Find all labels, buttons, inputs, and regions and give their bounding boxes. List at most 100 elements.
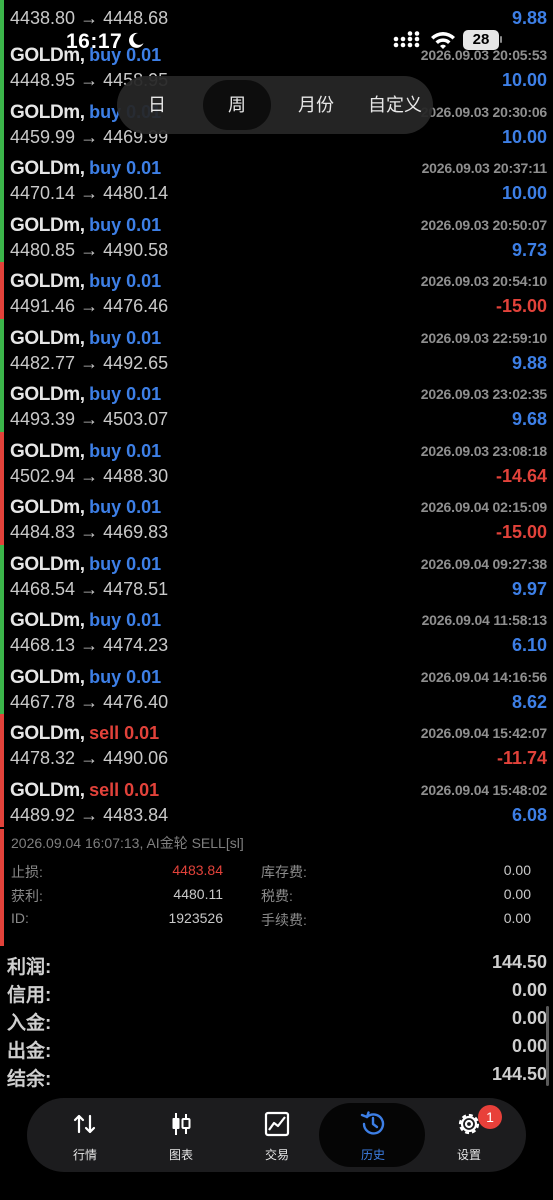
trade-profit: -11.74 (496, 748, 547, 768)
trade-prices: 4482.77 → 4492.65 (10, 352, 169, 373)
detail-row: ID: 1923526 手续费: 0.00 (11, 910, 531, 930)
trade-row[interactable]: GOLDm, buy 0.01 2026.09.03 23:08:18 4502.… (0, 431, 553, 488)
id-value: 1923526 (168, 910, 223, 926)
trade-list: GOLDm, buy 0.01 2026.09.03 20:05:53 4448.… (0, 36, 553, 827)
settings-badge: 1 (478, 1105, 502, 1129)
tab-trade[interactable]: 交易 (229, 1098, 325, 1172)
tab-label: 设置 (456, 1148, 481, 1162)
trade-profit: 9.68 (511, 409, 547, 429)
tab-label: 图表 (168, 1148, 193, 1162)
account-summary: 利润: 144.50 信用: 0.00 入金: 0.00 出金: 0.00 结余: 144… (0, 952, 553, 1092)
summary-value: 0.00 (511, 1008, 547, 1028)
detail-row: 止损: 4483.84 库存费: 0.00 (11, 862, 531, 882)
period-tab-month[interactable]: 月份 (287, 80, 345, 130)
wifi-icon (431, 32, 455, 49)
trade-prices: 4467.78 → 4476.40 (10, 691, 169, 712)
trade-row-selected[interactable]: GOLDm, sell 0.01 2026.09.04 15:48:02 4489… (0, 770, 553, 827)
trade-time: 2026.09.04 14:16:56 (420, 668, 547, 685)
tab-label: 行情 (72, 1148, 97, 1162)
trade-prices: 4470.14 → 4480.14 (10, 183, 169, 203)
trade-symbol: GOLDm, (10, 271, 85, 292)
trade-row[interactable]: GOLDm, buy 0.01 2026.09.04 09:27:38 4468.… (0, 544, 553, 601)
trade-symbol: GOLDm, (10, 723, 85, 744)
swap-label: 库存费: (261, 864, 307, 880)
trade-profit: -15.00 (495, 296, 547, 316)
take-profit-value: 4480.11 (173, 886, 223, 902)
trade-prices: 4468.13 → 4474.23 (10, 635, 169, 655)
tab-chart[interactable]: 图表 (133, 1098, 229, 1172)
trade-prices: 4438.80 → 4448.68 (10, 8, 169, 28)
tab-label: 交易 (264, 1148, 289, 1162)
trade-symbol: GOLDm, (10, 384, 85, 405)
trade-profit: 8.62 (511, 691, 547, 712)
summary-label: 出金: (7, 1041, 52, 1062)
quotes-icon (73, 1114, 96, 1134)
trade-direction: buy 0.01 (89, 497, 162, 517)
swap-value: 0.00 (503, 862, 531, 878)
trade-profit: 10.00 (501, 126, 547, 147)
summary-label: 利润: (7, 957, 52, 978)
trade-profit: 9.97 (511, 578, 547, 599)
trade-direction: buy 0.01 (89, 553, 162, 574)
battery-icon: 28 (463, 30, 499, 50)
tax-label: 税费: (261, 888, 293, 904)
trade-profit: 6.08 (511, 804, 547, 825)
trade-symbol: GOLDm, (10, 101, 85, 123)
summary-label: 入金: (7, 1013, 52, 1034)
tab-label: 历史 (360, 1148, 385, 1162)
trade-direction: buy 0.01 (89, 214, 162, 235)
trade-prices: 4491.46 → 4476.46 (10, 296, 169, 316)
trade-direction: buy 0.01 (89, 271, 162, 291)
take-profit-label: 获利: (11, 888, 43, 904)
tab-quotes[interactable]: 行情 (37, 1098, 133, 1172)
summary-label: 信用: (7, 985, 52, 1006)
trade-prices: 4502.94 → 4488.30 (10, 465, 169, 486)
battery-level: 28 (472, 31, 490, 48)
scrollbar[interactable] (546, 1006, 549, 1086)
trade-time: 2026.09.04 02:15:09 (420, 499, 547, 515)
trade-detail: 2026.09.04 16:07:13, AI金轮 SELL[sl] 止损: 4… (0, 829, 553, 946)
summary-row: 入金: 0.00 (0, 1008, 553, 1036)
trade-row[interactable]: GOLDm, buy 0.01 2026.09.04 14:16:56 4467.… (0, 657, 553, 714)
trade-prices: 4478.32 → 4490.06 (10, 748, 169, 768)
summary-value: 0.00 (511, 1036, 547, 1056)
trade-symbol: GOLDm, (10, 610, 85, 631)
trade-time: 2026.09.03 20:54:10 (420, 273, 547, 289)
trade-time: 2026.09.03 20:37:11 (421, 160, 548, 176)
trade-profit: 9.88 (511, 352, 547, 373)
trade-time: 2026.09.03 23:08:18 (420, 442, 547, 459)
stop-loss-value: 4483.84 (172, 862, 223, 878)
trade-row[interactable]: GOLDm, buy 0.01 2026.09.03 23:02:35 4493.… (0, 375, 553, 432)
trade-profit: 10.00 (501, 70, 547, 90)
battery-tip (500, 36, 502, 43)
summary-row: 结余: 144.50 (0, 1064, 553, 1092)
trade-profit: -14.64 (495, 465, 547, 486)
trade-row[interactable]: GOLDm, sell 0.01 2026.09.04 15:42:07 4478… (0, 714, 553, 771)
period-selector: 日 周 月份 自定义 (117, 76, 433, 134)
commission-label: 手续费: (261, 912, 307, 928)
trade-symbol: GOLDm, (10, 666, 85, 688)
trade-row[interactable]: GOLDm, buy 0.01 2026.09.03 20:50:07 4480.… (0, 205, 553, 262)
trade-prices: 4493.39 → 4503.07 (10, 409, 169, 429)
trade-row[interactable]: GOLDm, buy 0.01 2026.09.04 11:58:13 4468.… (0, 601, 553, 658)
trade-direction: buy 0.01 (89, 384, 162, 404)
trade-direction: buy 0.01 (89, 158, 162, 178)
trade-row[interactable]: GOLDm, buy 0.01 2026.09.03 20:54:10 4491.… (0, 262, 553, 319)
trade-row[interactable]: GOLDm, buy 0.01 2026.09.03 20:37:11 4470.… (0, 149, 553, 206)
period-tab-week[interactable]: 周 (203, 80, 271, 130)
trade-time: 2026.09.03 22:59:10 (420, 329, 547, 346)
trade-time: 2026.09.04 09:27:38 (420, 555, 547, 572)
trade-prices: 4468.54 → 4478.51 (10, 578, 169, 599)
trade-direction: buy 0.01 (89, 327, 162, 348)
trade-time: 2026.09.04 15:42:07 (420, 725, 547, 741)
trade-symbol: GOLDm, (10, 214, 85, 236)
trade-symbol: GOLDm, (10, 327, 85, 349)
trade-time: 2026.09.03 23:02:35 (420, 386, 547, 402)
trade-row[interactable]: GOLDm, buy 0.01 2026.09.03 22:59:10 4482.… (0, 318, 553, 375)
period-tab-custom[interactable]: 自定义 (361, 80, 429, 130)
trade-prices: 4480.85 → 4490.58 (10, 239, 169, 260)
trade-row[interactable]: GOLDm, buy 0.01 2026.09.04 02:15:09 4484.… (0, 488, 553, 545)
tab-history[interactable]: 历史 (325, 1098, 421, 1172)
tab-settings[interactable]: 设置 (421, 1098, 517, 1172)
period-tab-day[interactable]: 日 (131, 80, 183, 130)
